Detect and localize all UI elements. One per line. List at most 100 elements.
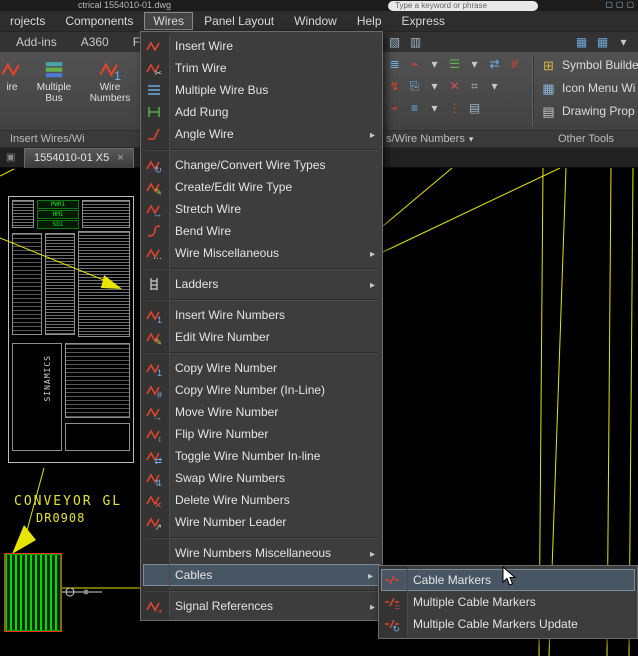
ladder-icon[interactable]: ☰: [446, 56, 463, 73]
menu-item-label: Multiple Wire Bus: [175, 83, 269, 97]
menu-item-cables[interactable]: Cables: [143, 564, 380, 586]
menu-item-change-convert-wire-types[interactable]: ↻ Change/Convert Wire Types: [141, 154, 382, 176]
tool-button-icon-menu-wi[interactable]: ▦ Icon Menu Wi: [540, 79, 638, 97]
panel-icon[interactable]: ▧: [386, 34, 403, 51]
wire-number-leader-icon: ↗: [146, 514, 162, 532]
menubar-item-help[interactable]: Help: [348, 12, 391, 30]
cable-icon[interactable]: ⌁: [386, 100, 403, 117]
menu-item-copy-wire-number-in-line[interactable]: # Copy Wire Number (In-Line): [141, 379, 382, 401]
tool-button-symbol-builder[interactable]: ⊞ Symbol Builder: [540, 56, 638, 74]
menu-item-label: Multiple Cable Markers: [413, 595, 536, 609]
svg-text:✎: ✎: [154, 187, 162, 195]
big-button-multiple-bus[interactable]: Multiple Bus: [28, 55, 80, 127]
menu-item-multiple-cable-markers-update[interactable]: ↻ Multiple Cable Markers Update: [379, 613, 637, 635]
menubar-item-panel-layout[interactable]: Panel Layout: [195, 12, 283, 30]
multiple-bus-icon[interactable]: ≣: [386, 56, 403, 73]
icon-menu-icon: ▦: [542, 80, 555, 96]
big-button-wire-numbers[interactable]: 1 Wire Numbers: [84, 55, 136, 127]
search-input[interactable]: Type a keyword or phrase: [388, 1, 538, 11]
menubar-item-rojects[interactable]: rojects: [1, 12, 54, 30]
dropdown-arrow-icon[interactable]: ▾: [486, 78, 503, 95]
wire-icon[interactable]: ⌁: [406, 56, 423, 73]
dropdown-arrow-icon[interactable]: ▾: [615, 34, 632, 51]
menu-separator: [141, 533, 382, 542]
menu-item-copy-wire-number[interactable]: 1 Copy Wire Number: [141, 357, 382, 379]
menubar-item-express[interactable]: Express: [393, 12, 454, 30]
menu-item-wire-numbers-miscellaneous[interactable]: Wire Numbers Miscellaneous: [141, 542, 382, 564]
menu-item-signal-references[interactable]: ⇢ Signal References: [141, 595, 382, 617]
delete-icon[interactable]: ✕: [446, 78, 463, 95]
menubar-item-components[interactable]: Components: [56, 12, 142, 30]
angle-wire-icon: [146, 126, 162, 142]
menu-item-flip-wire-number[interactable]: ↕ Flip Wire Number: [141, 423, 382, 445]
menu-item-label: Copy Wire Number: [175, 361, 278, 375]
submenu-arrow-icon: [370, 595, 375, 617]
group-label-wire-numbers[interactable]: s/Wire Numbers: [386, 133, 473, 145]
panel-component: [12, 233, 42, 335]
application-window: ctrical 1554010-01.dwg Type a keyword or…: [0, 0, 638, 656]
add-rung-icon: [146, 104, 162, 120]
tab-scroll-icon[interactable]: ▣: [6, 152, 15, 163]
restore-icon[interactable]: ▢: [616, 0, 624, 9]
ribbon-tab-add-ins[interactable]: Add-ins: [4, 33, 69, 51]
menu-item-wire-number-leader[interactable]: ↗ Wire Number Leader: [141, 511, 382, 533]
menu-item-angle-wire[interactable]: Angle Wire: [141, 123, 382, 145]
wire-number-icon[interactable]: #: [506, 56, 523, 73]
view-grid-icon[interactable]: ▦: [594, 34, 611, 51]
menu-item-insert-wire-numbers[interactable]: 1 Insert Wire Numbers: [141, 304, 382, 326]
dropdown-arrow-icon[interactable]: ▾: [426, 78, 443, 95]
markers-icon[interactable]: ⋮: [446, 100, 463, 117]
menu-item-move-wire-number[interactable]: → Move Wire Number: [141, 401, 382, 423]
view-grid-icon[interactable]: ▦: [573, 34, 590, 51]
swap-arrows-icon[interactable]: ⇄: [486, 56, 503, 73]
bus-lines-icon[interactable]: ≡: [406, 100, 423, 117]
wire-numbers-icon: 1: [99, 58, 121, 83]
document-tab[interactable]: 1554010-01 X5 ×: [24, 148, 134, 168]
submenu-arrow-icon: [368, 564, 373, 586]
copy-icon[interactable]: ⎘: [406, 78, 423, 95]
menu-item-multiple-wire-bus[interactable]: Multiple Wire Bus: [141, 79, 382, 101]
dropdown-arrow-icon[interactable]: ▾: [426, 56, 443, 73]
grid-icon[interactable]: ⌗: [466, 78, 483, 95]
menu-item-wire-miscellaneous[interactable]: ⋯ Wire Miscellaneous: [141, 242, 382, 264]
menu-item-toggle-wire-number-in-line[interactable]: ⇄ Toggle Wire Number In-line: [141, 445, 382, 467]
flip-wire-number-icon: ↕: [146, 426, 162, 444]
menu-item-ladders[interactable]: Ladders: [141, 273, 382, 295]
close-icon[interactable]: ▢: [626, 0, 634, 9]
menu-item-multiple-cable-markers[interactable]: = Multiple Cable Markers: [379, 591, 637, 613]
menubar-item-window[interactable]: Window: [285, 12, 346, 30]
clipboard-icon[interactable]: ▥: [407, 34, 424, 51]
menu-item-swap-wire-numbers[interactable]: ⇅ Swap Wire Numbers: [141, 467, 382, 489]
svg-text:1: 1: [157, 368, 162, 376]
menu-item-edit-wire-number[interactable]: ✎ Edit Wire Number: [141, 326, 382, 348]
ribbon-tab-a360[interactable]: A360: [69, 33, 121, 51]
svg-text:1: 1: [114, 69, 121, 80]
close-icon[interactable]: ×: [117, 152, 123, 164]
menubar-item-wires[interactable]: Wires: [144, 12, 194, 30]
menu-item-label: Edit Wire Number: [175, 330, 270, 344]
menu-item-create-edit-wire-type[interactable]: ✎ Create/Edit Wire Type: [141, 176, 382, 198]
arrowhead: [12, 525, 36, 554]
wire-arrow-icon[interactable]: ↯: [386, 78, 403, 95]
menu-item-trim-wire[interactable]: ✂ Trim Wire: [141, 57, 382, 79]
menu-item-label: Copy Wire Number (In-Line): [175, 383, 326, 397]
menu-item-insert-wire[interactable]: Insert Wire: [141, 35, 382, 57]
menu-item-label: Create/Edit Wire Type: [175, 180, 293, 194]
menu-item-label: Multiple Cable Markers Update: [413, 617, 578, 631]
ribbon-icon-row: ≣ ⌁ ▾ ☰ ▾ ⇄ #: [386, 56, 523, 73]
menu-item-stretch-wire[interactable]: ↔ Stretch Wire: [141, 198, 382, 220]
panel-component: [65, 343, 130, 418]
menu-item-label: Cable Markers: [413, 573, 492, 587]
panel-component: [12, 343, 62, 451]
menu-item-label: Trim Wire: [175, 61, 227, 75]
minimize-icon[interactable]: ▢: [605, 0, 613, 9]
sheet-icon[interactable]: ▤: [466, 100, 483, 117]
menu-item-add-rung[interactable]: Add Rung: [141, 101, 382, 123]
menu-item-bend-wire[interactable]: Bend Wire: [141, 220, 382, 242]
tool-button-label: Symbol Builder: [562, 58, 638, 72]
dropdown-arrow-icon[interactable]: ▾: [466, 56, 483, 73]
menu-item-delete-wire-numbers[interactable]: ✕ Delete Wire Numbers: [141, 489, 382, 511]
insert-wire-icon: [1, 58, 23, 80]
tool-button-drawing-prop[interactable]: ▤ Drawing Prop: [540, 102, 638, 120]
dropdown-arrow-icon[interactable]: ▾: [426, 100, 443, 117]
